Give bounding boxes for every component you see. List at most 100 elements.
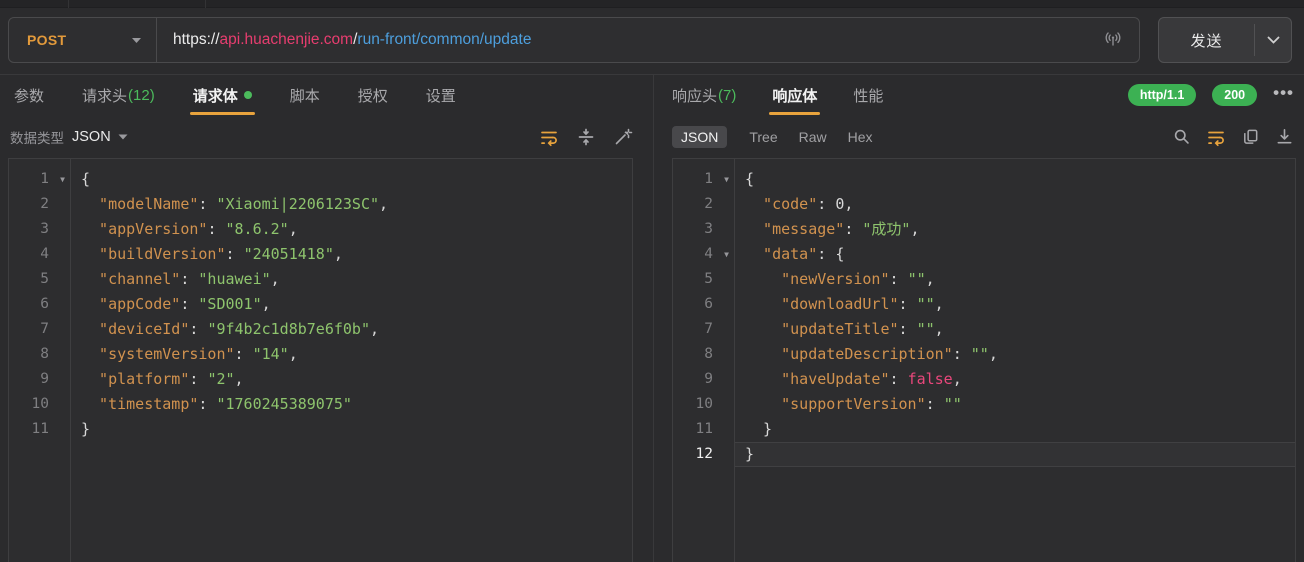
code-line: "systemVersion": "14",: [71, 342, 632, 367]
tab-label: 设置: [426, 85, 456, 106]
line-number: 6: [9, 292, 70, 317]
tab-request-请求头[interactable]: 请求头(12): [82, 75, 155, 115]
tab-label: 请求头: [82, 85, 127, 106]
view-mode-tree[interactable]: Tree: [749, 129, 777, 145]
collapse-lines-icon[interactable]: [576, 127, 596, 147]
line-number: 1▼: [673, 167, 734, 192]
tab-response-性能[interactable]: 性能: [853, 75, 883, 115]
request-url-group: POST https://api.huachenjie.com/run-fron…: [8, 17, 1140, 63]
request-toolbar: 数据类型 JSON: [0, 115, 653, 158]
tab-response-响应头[interactable]: 响应头(7): [672, 75, 736, 115]
line-number: 2: [9, 192, 70, 217]
line-number: 3: [9, 217, 70, 242]
code-line: "deviceId": "9f4b2c1d8b7e6f0b",: [71, 317, 632, 342]
url-segment: run-front/common/update: [357, 31, 531, 49]
response-status-area: http/1.1 200 •••: [1128, 84, 1294, 107]
request-tabs: 参数 请求头(12) 请求体 脚本 授权 设置: [0, 75, 653, 115]
code-line: }: [735, 417, 1295, 442]
tab-label: 参数: [14, 85, 44, 106]
code-line: "timestamp": "1760245389075": [71, 392, 632, 417]
line-number: 8: [9, 342, 70, 367]
tab-request-授权[interactable]: 授权: [358, 75, 388, 115]
copy-icon[interactable]: [1241, 127, 1260, 146]
response-editor-code: { "code": 0, "message": "成功", "data": { …: [735, 159, 1295, 562]
code-line: "platform": "2",: [71, 367, 632, 392]
tab-request-请求体[interactable]: 请求体: [193, 75, 252, 115]
more-options-icon[interactable]: •••: [1273, 84, 1294, 107]
chevron-down-icon: [131, 37, 142, 44]
broadcast-antenna-icon[interactable]: [1087, 18, 1139, 62]
code-line: }: [71, 417, 632, 442]
code-line: "appCode": "SD001",: [71, 292, 632, 317]
status-pill: http/1.1: [1128, 84, 1196, 106]
status-pill: 200: [1212, 84, 1257, 106]
download-icon[interactable]: [1275, 127, 1294, 146]
view-mode-hex[interactable]: Hex: [848, 129, 873, 145]
code-line: "modelName": "Xiaomi|2206123SC",: [71, 192, 632, 217]
code-line: "newVersion": "",: [735, 267, 1295, 292]
send-button[interactable]: 发送: [1159, 18, 1254, 62]
chevron-down-icon[interactable]: [118, 134, 128, 140]
tab-request-参数[interactable]: 参数: [14, 75, 44, 115]
response-panel: 响应头(7) 响应体 性能 http/1.1 200 ••• JSON Tree Raw Hex: [654, 75, 1304, 562]
code-line: "downloadUrl": "",: [735, 292, 1295, 317]
url-input[interactable]: https://api.huachenjie.com/run-front/com…: [157, 18, 1087, 62]
request-body-editor[interactable]: 1▼234567891011 { "modelName": "Xiaomi|22…: [8, 158, 633, 562]
code-line: "appVersion": "8.6.2",: [71, 217, 632, 242]
url-segment: api.huachenjie.com: [220, 31, 354, 49]
line-number: 3: [673, 217, 734, 242]
code-line: {: [71, 167, 632, 192]
fold-caret-icon[interactable]: ▼: [60, 167, 65, 192]
code-line: "buildVersion": "24051418",: [71, 242, 632, 267]
line-number: 8: [673, 342, 734, 367]
send-options-button[interactable]: [1255, 18, 1291, 62]
format-magic-icon[interactable]: [613, 127, 633, 147]
tab-label: 请求体: [193, 85, 238, 106]
search-icon[interactable]: [1172, 127, 1191, 146]
tab-label: 性能: [853, 85, 883, 106]
response-body-editor[interactable]: 1▼234▼56789101112 { "code": 0, "message"…: [672, 158, 1296, 562]
tab-strip-bottom-edge: [0, 0, 1304, 8]
send-button-group: 发送: [1158, 17, 1292, 63]
response-view-modes: JSON Tree Raw Hex: [672, 126, 873, 148]
url-segment: https://: [173, 31, 220, 49]
api-client-window: POST https://api.huachenjie.com/run-fron…: [0, 0, 1304, 562]
line-number: 4: [9, 242, 70, 267]
line-number: 9: [9, 367, 70, 392]
view-mode-json[interactable]: JSON: [672, 126, 727, 148]
tab-label: 响应体: [772, 85, 817, 106]
line-number: 1▼: [9, 167, 70, 192]
fold-caret-icon[interactable]: ▼: [724, 167, 729, 192]
response-editor-gutter: 1▼234▼56789101112: [673, 159, 735, 562]
line-number: 11: [9, 417, 70, 442]
tab-request-脚本[interactable]: 脚本: [290, 75, 320, 115]
wrap-text-icon[interactable]: [1206, 127, 1226, 147]
tab-count-badge: (12): [128, 87, 155, 104]
tab-label: 授权: [358, 85, 388, 106]
line-number: 11: [673, 417, 734, 442]
line-number: 12: [673, 442, 734, 467]
code-line: "data": {: [735, 242, 1295, 267]
view-mode-raw[interactable]: Raw: [799, 129, 827, 145]
tab-label: 脚本: [290, 85, 320, 106]
code-line: {: [735, 167, 1295, 192]
code-line: "updateTitle": "",: [735, 317, 1295, 342]
code-line: "supportVersion": "": [735, 392, 1295, 417]
code-line: }: [735, 442, 1295, 467]
fold-caret-icon[interactable]: ▼: [724, 242, 729, 267]
request-editor-gutter: 1▼234567891011: [9, 159, 71, 562]
method-dropdown[interactable]: POST: [9, 18, 157, 62]
datatype-value[interactable]: JSON: [72, 129, 111, 145]
tab-response-响应体[interactable]: 响应体: [772, 75, 817, 115]
line-number: 5: [9, 267, 70, 292]
method-label: POST: [27, 32, 66, 48]
code-line: "updateDescription": "",: [735, 342, 1295, 367]
wrap-text-icon[interactable]: [539, 127, 559, 147]
tab-request-设置[interactable]: 设置: [426, 75, 456, 115]
line-number: 7: [9, 317, 70, 342]
code-line: "message": "成功",: [735, 217, 1295, 242]
response-tabs: 响应头(7) 响应体 性能 http/1.1 200 •••: [654, 75, 1304, 115]
line-number: 4▼: [673, 242, 734, 267]
request-panel: 参数 请求头(12) 请求体 脚本 授权 设置 数据类型 JSON: [0, 75, 653, 562]
line-number: 10: [9, 392, 70, 417]
